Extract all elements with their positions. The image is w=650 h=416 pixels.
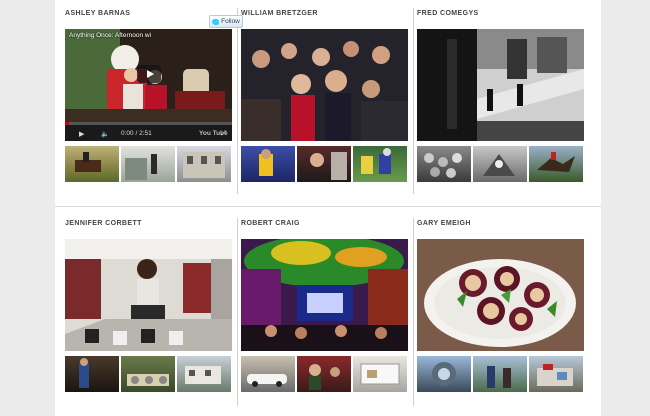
video-title: Anything Once: Afternoon wi xyxy=(69,32,152,39)
main-photo-image xyxy=(241,239,408,351)
twitter-bird-icon xyxy=(212,18,220,25)
thumbnail-image xyxy=(79,358,89,388)
thumbnail[interactable] xyxy=(417,146,471,182)
thumbnail[interactable] xyxy=(65,146,119,182)
thumbnail[interactable] xyxy=(177,146,231,182)
main-photo[interactable] xyxy=(65,239,232,351)
thumbnail[interactable] xyxy=(529,146,583,182)
thumbnail-image xyxy=(75,152,101,172)
thumbnail-image xyxy=(310,152,347,180)
thumbnail-image xyxy=(247,374,287,387)
main-photo-image xyxy=(417,239,584,351)
photographer-william-bretzger: WILLIAM BRETZGER xyxy=(241,10,408,182)
fullscreen-icon[interactable]: ⤢ xyxy=(221,130,226,138)
thumbnail-image xyxy=(309,364,340,390)
photographer-gallery: ASHLEY BARNAS Follow Anything Once: Afte… xyxy=(55,0,601,416)
column-divider xyxy=(413,8,414,194)
thumbnail[interactable] xyxy=(121,146,175,182)
photographer-name[interactable]: ROBERT CRAIG xyxy=(241,220,300,227)
column-divider xyxy=(413,218,414,406)
thumbnail-image xyxy=(487,366,511,388)
volume-icon[interactable]: 🔈 xyxy=(101,130,109,138)
video-controls: ▶ 🔈 0:00 / 2:51 You Tube ⤢ xyxy=(65,122,232,141)
photographer-ashley-barnas: ASHLEY BARNAS Follow Anything Once: Afte… xyxy=(65,10,243,182)
photographer-name[interactable]: JENNIFER CORBETT xyxy=(65,220,142,227)
main-photo[interactable] xyxy=(417,239,584,351)
thumbnail[interactable] xyxy=(473,146,527,182)
thumbnail-image xyxy=(185,366,221,384)
progress-fill xyxy=(65,122,69,125)
thumbnail[interactable] xyxy=(353,146,407,182)
thumbnail-image xyxy=(183,152,225,178)
photographer-name[interactable]: ASHLEY BARNAS xyxy=(65,10,130,17)
thumbnail[interactable] xyxy=(241,146,295,182)
thumbnail-image xyxy=(537,364,573,386)
thumbnail-image xyxy=(432,362,456,386)
photographer-robert-craig: ROBERT CRAIG xyxy=(241,220,408,392)
twitter-follow-button[interactable]: Follow xyxy=(209,15,243,28)
thumbnail[interactable] xyxy=(241,356,295,392)
thumbnail[interactable] xyxy=(353,356,407,392)
main-photo[interactable] xyxy=(417,29,584,141)
thumbnail-image xyxy=(125,154,157,180)
photographer-name[interactable]: WILLIAM BRETZGER xyxy=(241,10,318,17)
thumbnail-image xyxy=(361,148,391,174)
follow-label: Follow xyxy=(221,18,240,25)
thumbnail[interactable] xyxy=(473,356,527,392)
play-small-icon[interactable]: ▶ xyxy=(79,130,84,138)
photographer-name[interactable]: GARY EMEIGH xyxy=(417,220,471,227)
row-divider xyxy=(55,206,601,207)
main-photo-image xyxy=(417,29,584,141)
thumbnail[interactable] xyxy=(529,356,583,392)
thumbnail-image xyxy=(360,363,400,385)
column-divider xyxy=(237,218,238,406)
main-photo-image xyxy=(241,29,408,141)
thumbnail-image xyxy=(127,374,169,386)
thumbnail-image xyxy=(483,154,515,176)
thumbnail[interactable] xyxy=(65,356,119,392)
thumbnail-image xyxy=(537,152,575,172)
thumbnail[interactable] xyxy=(177,356,231,392)
photographer-fred-comegys: FRED COMEGYS xyxy=(417,10,584,182)
video-player[interactable]: Anything Once: Afternoon wi ▶ 🔈 0:00 / 2… xyxy=(65,29,232,141)
thumbnail[interactable] xyxy=(417,356,471,392)
play-icon[interactable] xyxy=(137,65,161,83)
progress-bar[interactable] xyxy=(65,122,232,125)
photographer-gary-emeigh: GARY EMEIGH xyxy=(417,220,584,392)
thumbnail[interactable] xyxy=(297,146,351,182)
column-divider xyxy=(237,8,238,194)
photographer-name[interactable]: FRED COMEGYS xyxy=(417,10,479,17)
thumbnail-image xyxy=(424,153,462,178)
thumbnail-image xyxy=(259,149,273,176)
thumbnail[interactable] xyxy=(121,356,175,392)
main-photo[interactable] xyxy=(241,29,408,141)
photographer-jennifer-corbett: JENNIFER CORBETT xyxy=(65,220,232,392)
main-photo-image xyxy=(65,239,232,351)
thumbnail[interactable] xyxy=(297,356,351,392)
main-photo[interactable] xyxy=(241,239,408,351)
video-time: 0:00 / 2:51 xyxy=(121,130,152,137)
